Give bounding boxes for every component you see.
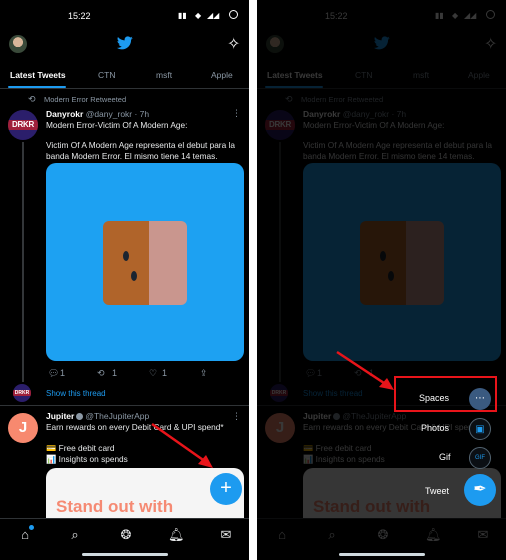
photos-button[interactable]: ▣: [469, 418, 491, 440]
tab-latest-tweets[interactable]: Latest Tweets: [10, 70, 66, 80]
quill-icon: ✒: [473, 481, 487, 498]
gesture-bar: [82, 553, 168, 556]
like-count: 1: [162, 368, 168, 378]
gesture-bar: [339, 553, 425, 556]
tweet-media[interactable]: [46, 163, 244, 361]
wifi-icon: ◆: [195, 11, 202, 20]
tab-ctn[interactable]: CTN: [98, 70, 115, 80]
tweet-text-line: Modern Error-Victim Of A Modern Age:: [46, 120, 188, 130]
gif-button[interactable]: GIF: [469, 447, 491, 469]
signal-icon: ▮▮: [178, 11, 187, 20]
retweet-count: 1: [112, 368, 118, 378]
author-avatar[interactable]: DRKR: [8, 110, 38, 140]
thread-line: [22, 142, 24, 382]
tweet-text-line: banda Modern Error. El mismo tiene 14 te…: [46, 151, 218, 161]
share-icon[interactable]: ⇪: [200, 368, 208, 379]
compose-tweet-button[interactable]: ✒: [464, 474, 496, 506]
more-options-icon[interactable]: ⋮: [232, 108, 241, 119]
menu-overlay-scrim[interactable]: [257, 0, 506, 560]
battery-icon: [229, 10, 238, 19]
bell-icon[interactable]: 🔔︎: [168, 527, 185, 543]
profile-avatar[interactable]: [9, 35, 27, 53]
photos-menu-label[interactable]: Photos: [421, 423, 449, 433]
retweet-small-icon: ⟲: [28, 94, 36, 104]
twitter-bird-icon[interactable]: [117, 36, 133, 50]
ad-headline: Stand out with: [56, 497, 174, 516]
author-handle: @TheJupiterApp: [85, 411, 150, 421]
status-bar: 15:22 ▮▮ ◆ ◢◢: [0, 0, 249, 30]
tweet-text-line: 💳 Free debit card: [46, 443, 115, 453]
compose-fab-button[interactable]: +: [210, 473, 242, 505]
mail-icon[interactable]: ✉: [218, 527, 234, 543]
album-cover-image: [103, 221, 187, 305]
tab-msft[interactable]: msft: [156, 70, 172, 80]
author-name-row[interactable]: Danyrokr @dany_rokr · 7h: [46, 109, 149, 119]
spaces-icon[interactable]: ❂: [118, 527, 134, 543]
photo-icon: ▣: [475, 424, 485, 435]
tweet-text-line: Earn rewards on every Debit Card & UPI s…: [46, 422, 224, 432]
reply-count: 1: [60, 368, 66, 378]
author-name: Jupiter: [46, 411, 75, 421]
reply-icon[interactable]: 💬︎: [48, 368, 59, 379]
verified-badge-icon: [76, 413, 84, 421]
unread-dot: [29, 525, 34, 530]
tab-apple[interactable]: Apple: [211, 70, 233, 80]
retweet-icon[interactable]: ⟲: [97, 368, 105, 379]
more-options-icon[interactable]: ⋮: [232, 411, 241, 422]
status-time: 15:22: [68, 11, 91, 21]
jupiter-avatar[interactable]: J: [8, 413, 38, 443]
gif-icon: GIF: [475, 455, 485, 461]
annotation-highlight-box: [394, 376, 497, 412]
tweet-text-line: 📊 Insights on spends: [46, 454, 128, 464]
show-thread-link[interactable]: Show this thread: [46, 389, 106, 398]
author-handle: @dany_rokr · 7h: [85, 109, 150, 119]
thread-avatar: DRKR: [13, 384, 31, 402]
retweeted-by-label: Modern Error Retweeted: [44, 95, 127, 104]
sparkle-icon[interactable]: ✧: [227, 34, 240, 54]
twitter-home-screen: 15:22 ▮▮ ◆ ◢◢ ✧ Latest Tweets CTN msft A…: [0, 0, 249, 560]
tweet-text-line: Victim Of A Modern Age representa el deb…: [46, 140, 235, 150]
active-tab-indicator: [8, 86, 66, 88]
plus-icon: +: [220, 477, 232, 499]
tweet-divider: [0, 405, 249, 406]
twitter-fab-menu-screen: 15:22 ▮▮ ◆ ◢◢ ✧ Latest Tweets CTN msft A…: [257, 0, 506, 560]
like-icon[interactable]: ♡: [149, 368, 157, 379]
search-icon[interactable]: ⌕: [67, 527, 83, 543]
gif-menu-label[interactable]: Gif: [439, 452, 451, 462]
author-name-row[interactable]: Jupiter @TheJupiterApp: [46, 411, 149, 421]
network-icon: ◢◢: [207, 11, 220, 20]
author-name: Danyrokr: [46, 109, 84, 119]
tweet-menu-label[interactable]: Tweet: [425, 486, 449, 496]
